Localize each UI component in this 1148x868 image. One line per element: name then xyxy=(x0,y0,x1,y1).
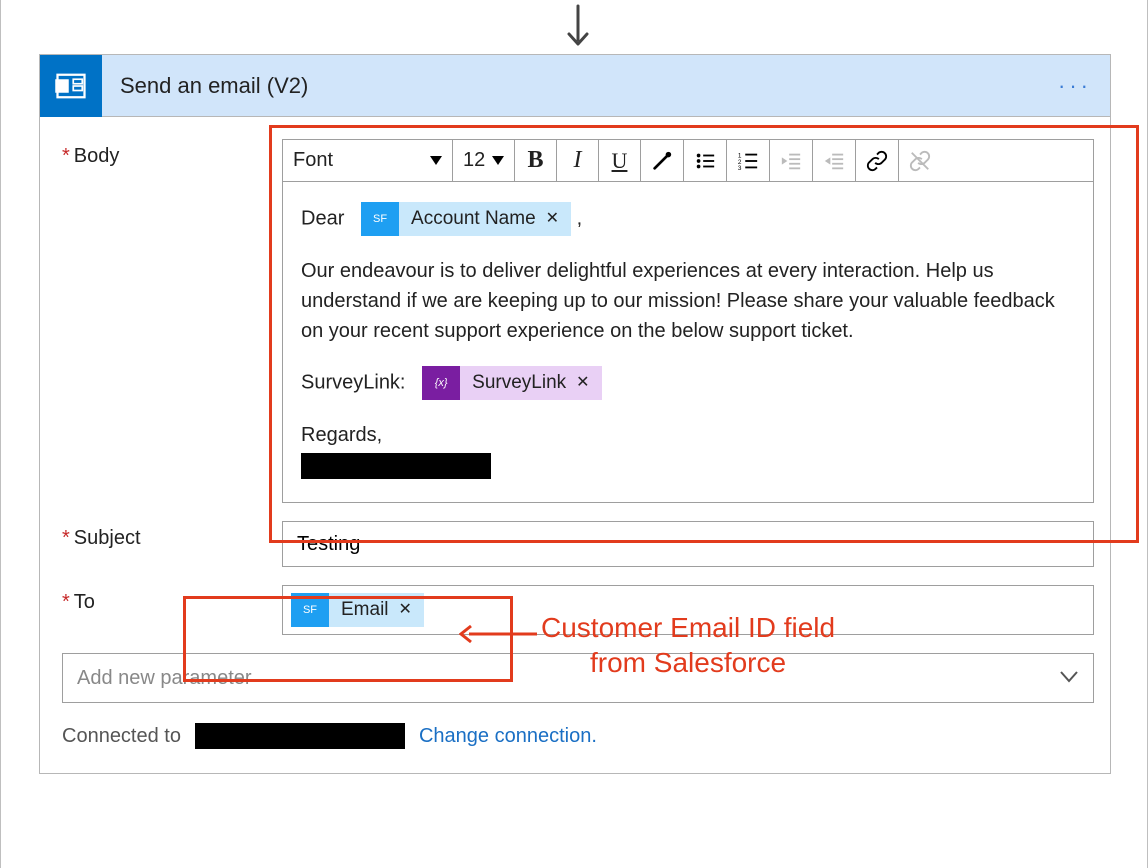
body-text-greeting: Dear xyxy=(301,207,344,229)
redacted-account xyxy=(195,723,405,749)
change-connection-link[interactable]: Change connection. xyxy=(419,725,597,748)
annotation-callout-text: Customer Email ID field from Salesforce xyxy=(541,610,835,680)
subject-input[interactable] xyxy=(282,521,1094,567)
svg-text:3: 3 xyxy=(738,165,742,172)
body-editor[interactable]: Dear SF Account Name ✕ , xyxy=(283,182,1093,502)
dynamic-token-account-name[interactable]: SF Account Name ✕ xyxy=(361,202,571,236)
token-remove-icon[interactable]: ✕ xyxy=(399,602,412,618)
body-text-greeting-suffix: , xyxy=(577,207,583,229)
bold-button[interactable]: B xyxy=(515,140,557,181)
label-subject: Subject xyxy=(74,527,141,549)
bullet-list-button[interactable] xyxy=(684,140,727,181)
label-body: Body xyxy=(74,145,120,167)
font-color-button[interactable] xyxy=(641,140,684,181)
salesforce-icon: SF xyxy=(291,593,329,627)
connected-to-label: Connected to xyxy=(62,725,181,748)
redacted-signature xyxy=(301,453,491,479)
card-title: Send an email (V2) xyxy=(120,73,308,99)
token-label: Account Name xyxy=(411,205,536,234)
chevron-down-icon xyxy=(430,156,442,165)
body-text-surveylabel: SurveyLink: xyxy=(301,371,406,393)
indent-button xyxy=(813,140,856,181)
italic-button[interactable]: I xyxy=(557,140,599,181)
label-to: To xyxy=(74,591,95,613)
card-header[interactable]: Send an email (V2) ··· xyxy=(40,55,1110,117)
token-label: Email xyxy=(341,599,389,621)
body-text-paragraph: Our endeavour is to deliver delightful e… xyxy=(301,256,1075,346)
flow-arrow-down-icon xyxy=(565,4,591,48)
chevron-down-icon xyxy=(492,156,504,165)
outlook-icon xyxy=(40,55,102,117)
underline-button[interactable]: U xyxy=(599,140,641,181)
token-remove-icon[interactable]: ✕ xyxy=(546,211,559,227)
unlink-button xyxy=(899,140,941,181)
token-remove-icon[interactable]: ✕ xyxy=(576,375,589,391)
rte-toolbar: Font 12 B I U xyxy=(283,140,1093,182)
required-asterisk: * xyxy=(62,527,70,549)
variable-icon: {x} xyxy=(422,366,460,400)
font-size-dropdown[interactable]: 12 xyxy=(453,140,515,181)
chevron-down-icon xyxy=(1059,667,1079,690)
token-label: SurveyLink xyxy=(472,369,566,398)
salesforce-icon: SF xyxy=(361,202,399,236)
required-asterisk: * xyxy=(62,145,70,167)
numbered-list-button[interactable]: 123 xyxy=(727,140,770,181)
dynamic-token-email[interactable]: SF Email ✕ xyxy=(291,593,424,627)
required-asterisk: * xyxy=(62,591,70,613)
annotation-arrow-icon xyxy=(459,622,539,646)
body-text-regards: Regards, xyxy=(301,420,1075,450)
link-button[interactable] xyxy=(856,140,899,181)
outdent-button xyxy=(770,140,813,181)
font-size-label: 12 xyxy=(463,149,485,172)
card-menu-button[interactable]: ··· xyxy=(1040,55,1110,116)
add-parameter-label: Add new parameter xyxy=(77,667,252,690)
font-label: Font xyxy=(293,149,333,172)
dynamic-token-surveylink[interactable]: {x} SurveyLink ✕ xyxy=(422,366,601,400)
font-dropdown[interactable]: Font xyxy=(283,140,453,181)
